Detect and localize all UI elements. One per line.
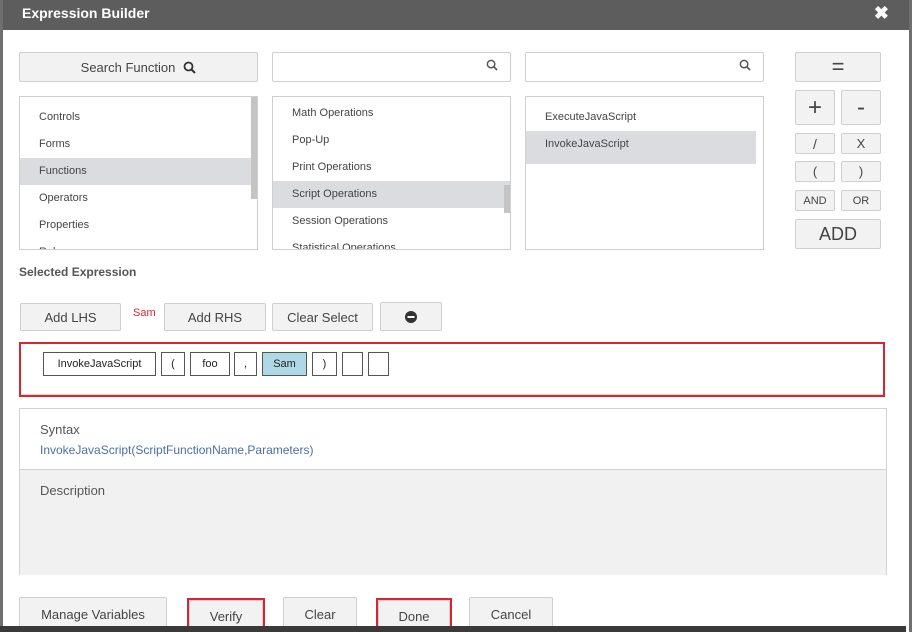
subcategory-list-scrollbar[interactable] — [504, 185, 510, 213]
list-item[interactable]: InvokeJavaScript — [526, 131, 756, 164]
search-icon — [486, 59, 498, 71]
list-item[interactable]: Functions — [20, 158, 257, 185]
and-button[interactable]: AND — [795, 190, 835, 211]
syntax-description-panel: Syntax InvokeJavaScript(ScriptFunctionNa… — [19, 408, 887, 575]
plus-button[interactable]: + — [795, 90, 835, 125]
list-item[interactable]: Session Operations — [273, 208, 510, 235]
category-search-field[interactable] — [272, 52, 511, 82]
minus-circle-icon — [405, 310, 417, 323]
selected-expression-label: Selected Expression — [19, 265, 137, 279]
category-list-scrollbar[interactable] — [251, 97, 257, 199]
function-search-field[interactable] — [525, 52, 764, 82]
syntax-section: Syntax InvokeJavaScript(ScriptFunctionNa… — [20, 409, 886, 470]
expression-builder-dialog: Expression Builder ✖ Search Function = +… — [3, 0, 909, 632]
function-list: ExecuteJavaScript InvokeJavaScript — [525, 96, 764, 250]
add-rhs-button[interactable]: Add RHS — [164, 303, 266, 331]
list-item[interactable]: ExecuteJavaScript — [526, 104, 763, 131]
equals-button[interactable]: = — [795, 52, 881, 82]
expression-token[interactable]: , — [234, 352, 257, 376]
search-function-button[interactable]: Search Function — [19, 52, 258, 82]
list-item[interactable]: Statistical Operations — [273, 235, 510, 249]
background-taskbar — [0, 626, 906, 632]
description-label: Description — [40, 483, 106, 498]
list-item[interactable]: Controls — [20, 104, 257, 131]
subcategory-list: Math Operations Pop-Up Print Operations … — [272, 96, 511, 250]
list-item[interactable]: Print Operations — [273, 154, 510, 181]
expression-token-selected[interactable]: Sam — [262, 352, 307, 376]
category-list: Controls Forms Functions Operators Prope… — [19, 96, 258, 250]
list-item[interactable]: Pop-Up — [273, 127, 510, 154]
list-item[interactable]: Forms — [20, 131, 257, 158]
list-item[interactable]: Operators — [20, 185, 257, 212]
syntax-text: InvokeJavaScript(ScriptFunctionName,Para… — [40, 443, 314, 457]
clear-select-button[interactable]: Clear Select — [272, 303, 373, 331]
list-item[interactable]: Rules — [20, 239, 257, 249]
divide-button[interactable]: / — [795, 133, 835, 154]
expression-token[interactable]: foo — [190, 352, 230, 376]
expression-token[interactable]: ) — [312, 352, 337, 376]
minus-button[interactable]: - — [841, 90, 881, 125]
expression-divider — [21, 394, 883, 395]
search-icon — [183, 61, 197, 74]
function-search-input[interactable] — [532, 58, 736, 74]
add-button[interactable]: ADD — [795, 219, 881, 249]
close-icon[interactable]: ✖ — [874, 3, 889, 24]
remove-token-button[interactable] — [380, 302, 442, 331]
search-icon — [739, 59, 751, 71]
expression-token-empty[interactable] — [368, 352, 389, 376]
syntax-label: Syntax — [40, 422, 80, 437]
expression-token[interactable]: InvokeJavaScript — [43, 352, 156, 376]
expression-token-empty[interactable] — [342, 352, 363, 376]
dialog-title: Expression Builder — [22, 5, 150, 21]
category-search-input[interactable] — [279, 58, 483, 74]
add-lhs-button[interactable]: Add LHS — [20, 303, 121, 331]
dialog-titlebar: Expression Builder ✖ — [3, 0, 909, 30]
multiply-button[interactable]: X — [841, 133, 881, 154]
lhs-value: Sam — [133, 307, 156, 319]
description-section: Description — [20, 470, 886, 575]
open-paren-button[interactable]: ( — [795, 161, 835, 182]
search-function-label: Search Function — [80, 59, 176, 75]
close-paren-button[interactable]: ) — [841, 161, 881, 182]
list-item[interactable]: Properties — [20, 212, 257, 239]
expression-token[interactable]: ( — [161, 352, 185, 376]
expression-area[interactable]: InvokeJavaScript ( foo , Sam ) — [19, 342, 885, 397]
or-button[interactable]: OR — [841, 190, 881, 211]
list-item[interactable]: Math Operations — [273, 100, 510, 127]
list-item[interactable]: Script Operations — [273, 181, 510, 208]
